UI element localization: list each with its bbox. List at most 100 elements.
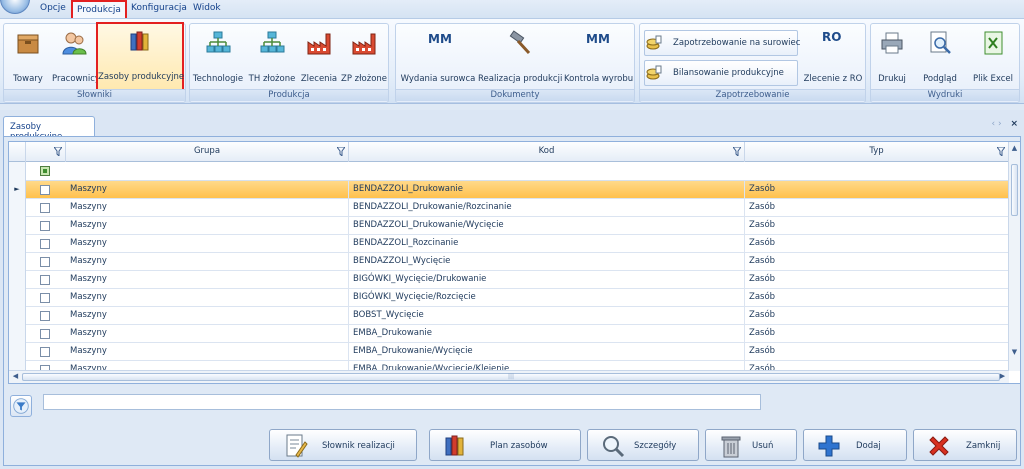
plik-excel-label: Plik Excel: [973, 74, 1013, 84]
menu-opcje[interactable]: Opcje: [40, 3, 66, 13]
zlecenie-z-ro-button[interactable]: RO Zlecenie z RO: [802, 26, 864, 90]
szczegoly-button[interactable]: Szczegóły: [587, 429, 699, 461]
ribbon-group-label-wydruki: Wydruki: [871, 89, 1019, 101]
binders-icon: [130, 31, 149, 51]
slownik-realizacji-button[interactable]: Słownik realizacji: [269, 429, 417, 461]
row-checkbox[interactable]: [40, 185, 50, 195]
application-menu-button[interactable]: [0, 0, 30, 14]
filter-icon[interactable]: [337, 147, 345, 156]
pracownicy-button[interactable]: Pracownicy: [52, 26, 100, 90]
scroll-left-icon[interactable]: ◀: [10, 372, 21, 380]
table-row[interactable]: Maszyny BENDAZZOLI_Wycięcie Zasób: [9, 253, 1009, 271]
table-row[interactable]: Maszyny EMBA_Drukowanie/Wycięcie Zasób: [9, 343, 1009, 361]
horizontal-scrollbar[interactable]: ◀ ||| ▶: [9, 370, 1009, 383]
hammer-icon: [509, 30, 531, 55]
vertical-scroll-thumb[interactable]: [1011, 164, 1018, 216]
table-row[interactable]: ► Maszyny BENDAZZOLI_Drukowanie Zasób: [9, 181, 1009, 199]
usun-button[interactable]: Usuń: [705, 429, 797, 461]
wydania-surowca-button[interactable]: MM Wydania surowca: [400, 26, 476, 90]
excel-icon: [984, 31, 1003, 55]
printer-icon: [881, 32, 903, 54]
menu-bar: Opcje Produkcja Konfiguracja Widok: [0, 0, 1024, 19]
kontrola-wyrobu-button[interactable]: MM Kontrola wyrobu: [564, 26, 633, 90]
resources-grid: Grupa Kod Typ ► Maszyny BENDAZZOLI_Drukowa…: [8, 141, 1021, 384]
podglad-button[interactable]: Podgląd: [915, 26, 965, 90]
scroll-up-icon[interactable]: ▲: [1009, 144, 1020, 152]
row-checkbox[interactable]: [40, 347, 50, 357]
header-check-column[interactable]: [26, 142, 66, 162]
vertical-scrollbar[interactable]: ▲ ▼: [1008, 142, 1020, 371]
ribbon-group-dokumenty: MM Wydania surowca Realizacja produkcji …: [395, 23, 635, 103]
zamknij-button[interactable]: Zamknij: [913, 429, 1017, 461]
header-grupa[interactable]: Grupa: [66, 142, 349, 162]
tab-prev-icon[interactable]: ‹: [991, 119, 995, 129]
plan-zasobow-button[interactable]: Plan zasobów: [429, 429, 581, 461]
table-row[interactable]: Maszyny BOBST_Wycięcie Zasób: [9, 307, 1009, 325]
factory-complex-icon: [352, 33, 376, 55]
menu-produkcja[interactable]: Produkcja: [71, 0, 127, 19]
grid-rows: ► Maszyny BENDAZZOLI_Drukowanie Zasób Maszyn…: [9, 181, 1009, 379]
dodaj-button[interactable]: Dodaj: [803, 429, 907, 461]
filter-icon[interactable]: [997, 147, 1005, 156]
row-indicator: [9, 199, 26, 217]
cell-grupa: Maszyny: [66, 271, 349, 289]
row-checkbox[interactable]: [40, 221, 50, 231]
menu-widok[interactable]: Widok: [193, 3, 221, 13]
table-row[interactable]: Maszyny BIGÓWKI_Wycięcie/Drukowanie Zasób: [9, 271, 1009, 289]
horizontal-scroll-thumb[interactable]: |||: [22, 373, 1000, 381]
cell-grupa: Maszyny: [66, 217, 349, 235]
technologie-label: Technologie: [192, 74, 244, 84]
coins-balance-icon: [646, 65, 662, 80]
towary-button[interactable]: Towary: [6, 26, 50, 90]
row-checkbox[interactable]: [40, 257, 50, 267]
plik-excel-button[interactable]: Plik Excel: [969, 26, 1017, 90]
table-row[interactable]: Maszyny EMBA_Drukowanie Zasób: [9, 325, 1009, 343]
zp-zlozone-button[interactable]: ZP złożone: [341, 26, 387, 90]
menu-konfiguracja[interactable]: Konfiguracja: [131, 3, 187, 13]
header-grupa-label: Grupa: [193, 146, 221, 156]
factory-icon: [307, 33, 331, 55]
select-all-checkbox[interactable]: [40, 166, 50, 176]
header-typ[interactable]: Typ: [745, 142, 1009, 162]
dodaj-label: Dodaj: [856, 441, 881, 451]
cell-kod: BIGÓWKI_Wycięcie/Rozcięcie: [349, 289, 745, 307]
tab-next-icon[interactable]: ›: [998, 119, 1002, 129]
zapotrzebowanie-na-surowiec-button[interactable]: Zapotrzebowanie na surowiec: [644, 30, 800, 56]
cell-typ: Zasób: [745, 325, 1009, 343]
filter-input[interactable]: [43, 394, 761, 410]
ro-document-icon: RO: [822, 30, 842, 44]
row-checkbox[interactable]: [40, 275, 50, 285]
scroll-down-icon[interactable]: ▼: [1009, 348, 1020, 356]
bilansowanie-produkcyjne-button[interactable]: Bilansowanie produkcyjne: [644, 60, 798, 86]
mm-document-icon: MM: [428, 32, 452, 46]
scroll-right-icon[interactable]: ▶: [997, 372, 1008, 380]
row-checkbox[interactable]: [40, 311, 50, 321]
filter-icon[interactable]: [733, 147, 741, 156]
cell-typ: Zasób: [745, 235, 1009, 253]
row-checkbox[interactable]: [40, 239, 50, 249]
tab-close-icon[interactable]: ×: [1010, 119, 1018, 129]
filter-icon[interactable]: [54, 147, 62, 156]
th-zlozone-button[interactable]: TH złożone: [248, 26, 296, 90]
table-row[interactable]: Maszyny BENDAZZOLI_Drukowanie/Rozcinanie Z…: [9, 199, 1009, 217]
row-checkbox[interactable]: [40, 329, 50, 339]
table-row[interactable]: Maszyny BENDAZZOLI_Drukowanie/Wycięcie Zas…: [9, 217, 1009, 235]
slownik-realizacji-label: Słownik realizacji: [322, 441, 395, 451]
zasoby-produkcyjne-button[interactable]: Zasoby produkcyjne: [96, 22, 184, 91]
ribbon-group-label-zapotrzebowanie: Zapotrzebowanie: [640, 89, 865, 101]
realizacja-produkcji-button[interactable]: Realizacja produkcji: [478, 26, 562, 90]
grid-filter-row[interactable]: [9, 162, 1009, 181]
document-area: Zasoby produkcyjne ‹ › × Grupa Kod: [0, 110, 1024, 469]
cell-grupa: Maszyny: [66, 199, 349, 217]
cell-kod: BENDAZZOLI_Drukowanie/Rozcinanie: [349, 199, 745, 217]
row-checkbox[interactable]: [40, 203, 50, 213]
zlecenia-button[interactable]: Zlecenia: [298, 26, 340, 90]
row-checkbox[interactable]: [40, 293, 50, 303]
table-row[interactable]: Maszyny BIGÓWKI_Wycięcie/Rozcięcie Zasób: [9, 289, 1009, 307]
filter-button[interactable]: [10, 395, 32, 417]
table-row[interactable]: Maszyny BENDAZZOLI_Rozcinanie Zasób: [9, 235, 1009, 253]
header-kod[interactable]: Kod: [349, 142, 745, 162]
technologie-button[interactable]: Technologie: [192, 26, 244, 90]
drukuj-button[interactable]: Drukuj: [873, 26, 911, 90]
tab-zasoby-produkcyjne[interactable]: Zasoby produkcyjne: [3, 116, 95, 142]
